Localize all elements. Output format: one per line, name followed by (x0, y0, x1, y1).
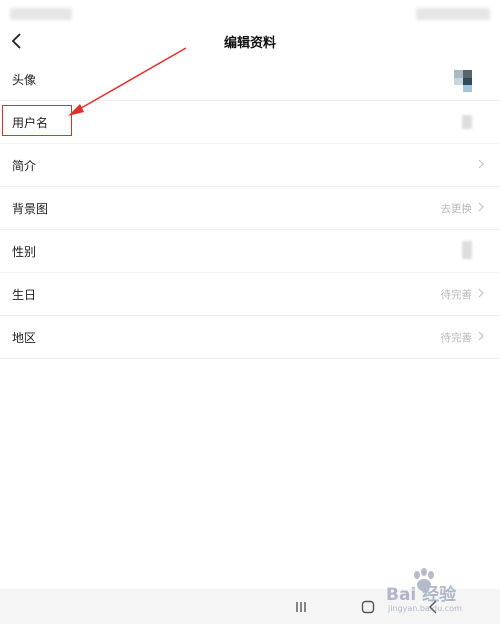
avatar (454, 70, 472, 92)
row-label-avatar: 头像 (12, 73, 37, 87)
username-value-blurred (462, 115, 472, 129)
header: 编辑资料 (0, 24, 500, 58)
chevron-right-icon (478, 159, 484, 169)
chevron-right-icon (478, 288, 484, 298)
row-bio[interactable]: 简介 (0, 144, 500, 187)
row-value-background: 去更换 (440, 203, 473, 215)
gender-value-blurred (462, 241, 472, 259)
profile-settings-list: 头像 用户名 简介 背景图 去更换 性别 生日 待完善 地区 待完善 (0, 58, 500, 359)
row-label-region: 地区 (12, 331, 37, 345)
chevron-right-icon (478, 331, 484, 341)
recents-icon[interactable] (290, 597, 312, 617)
status-right-blur (416, 8, 490, 20)
page-title: 编辑资料 (223, 36, 276, 51)
chevron-right-icon (478, 202, 484, 212)
watermark-brand: Bai 经验 (386, 585, 457, 605)
row-label-background: 背景图 (12, 202, 49, 216)
row-gender[interactable]: 性别 (0, 230, 500, 273)
row-birthday[interactable]: 生日 待完善 (0, 273, 500, 316)
row-value-region: 待完善 (440, 332, 473, 344)
row-label-bio: 简介 (12, 159, 37, 173)
row-background[interactable]: 背景图 去更换 (0, 187, 500, 230)
row-username[interactable]: 用户名 (0, 101, 500, 144)
row-value-birthday: 待完善 (440, 289, 473, 301)
annotation-highlight-box (2, 105, 72, 136)
row-label-birthday: 生日 (12, 288, 37, 302)
row-region[interactable]: 地区 待完善 (0, 316, 500, 359)
watermark: Bai 经验 jingyan.baidu.com (384, 568, 500, 620)
watermark-url: jingyan.baidu.com (388, 604, 462, 613)
status-left-blur (10, 8, 72, 20)
row-label-gender: 性别 (12, 245, 37, 259)
home-icon[interactable] (357, 597, 379, 617)
row-avatar[interactable]: 头像 (0, 58, 500, 101)
